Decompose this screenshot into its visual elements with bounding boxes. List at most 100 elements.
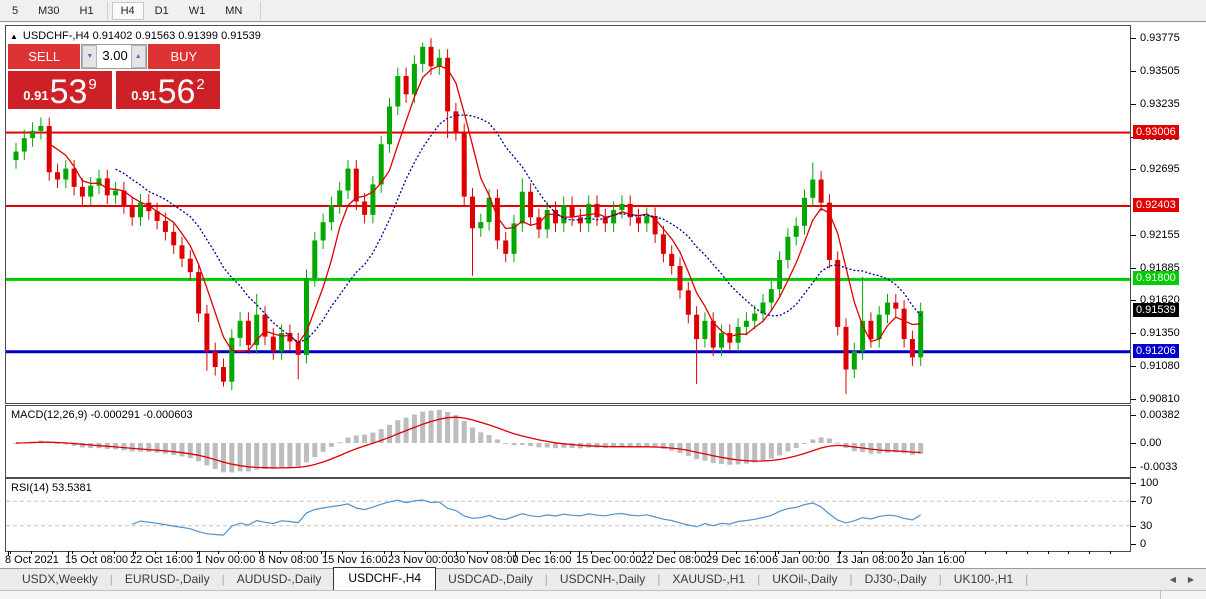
buy-price-box[interactable]: 0.91 56 2 — [116, 71, 220, 109]
chart-tab-usdcad-daily[interactable]: USDCAD-,Daily — [436, 569, 545, 590]
timeframe-button-d1[interactable]: D1 — [146, 2, 178, 20]
macd-histogram-bar — [345, 437, 351, 443]
time-label: 22 Dec 08:00 — [641, 554, 707, 566]
tab-scroll-left-icon[interactable]: ◀ — [1170, 575, 1176, 584]
price-axis[interactable]: 0.937750.935050.932350.929650.926950.921… — [1131, 22, 1206, 568]
chart-tab-dj30-daily[interactable]: DJ30-,Daily — [853, 569, 939, 590]
time-label: 8 Oct 2021 — [5, 554, 59, 566]
chart-tab-usdx-weekly[interactable]: USDX,Weekly — [10, 569, 110, 590]
time-label: 22 Oct 16:00 — [130, 554, 193, 566]
candle — [420, 46, 426, 64]
buy-button[interactable]: BUY — [147, 44, 220, 69]
macd-histogram-bar — [785, 443, 791, 452]
candle — [677, 266, 683, 291]
macd-histogram-bar — [760, 443, 766, 461]
axis-tick-mark — [1131, 70, 1136, 72]
candle — [777, 259, 783, 290]
candle — [320, 222, 326, 241]
price-tick-label: 0.91350 — [1140, 327, 1180, 340]
candle — [719, 332, 724, 348]
chart-tab-bar: USDX,Weekly | EURUSD-,Daily | AUDUSD-,Daily U… — [0, 567, 1206, 590]
volume-increase-button[interactable]: ▲ — [130, 45, 146, 68]
time-minor-tick — [985, 551, 987, 554]
macd-histogram-bar — [129, 443, 135, 452]
time-minor-tick — [1068, 551, 1070, 554]
axis-tick-mark — [1131, 333, 1136, 335]
time-label: 13 Jan 08:00 — [836, 554, 900, 566]
axis-tick-mark — [1131, 544, 1136, 545]
tab-scroll-right-icon[interactable]: ▶ — [1188, 575, 1194, 584]
macd-histogram-bar — [677, 443, 683, 454]
candle — [88, 185, 94, 197]
macd-indicator-pane[interactable]: MACD(12,26,9) -0.000291 -0.000603 — [5, 405, 1131, 478]
axis-tick-mark — [1131, 414, 1136, 416]
time-label: 30 Nov 08:00 — [453, 554, 519, 566]
time-minor-tick — [1006, 551, 1007, 554]
candle — [403, 76, 409, 95]
candle — [594, 203, 600, 218]
timeframe-button-5[interactable]: 5 — [3, 2, 27, 20]
price-tick-label: 0.93235 — [1140, 97, 1180, 110]
candle — [63, 168, 69, 180]
macd-tick-label: 0.00382 — [1140, 408, 1180, 421]
candle — [478, 222, 484, 229]
moving-average-line — [115, 114, 922, 344]
candle — [885, 302, 890, 315]
chart-title: ▲ USDCHF-,H4 0.91402 0.91563 0.91399 0.91… — [10, 30, 261, 42]
timeframe-button-w1[interactable]: W1 — [180, 2, 215, 20]
macd-histogram-bar — [909, 443, 915, 455]
macd-histogram-bar — [553, 443, 558, 449]
chart-tab-usdcnh-daily[interactable]: USDCNH-,Daily — [548, 569, 657, 590]
price-tick-label: 0.93505 — [1140, 64, 1180, 77]
macd-histogram-bar — [229, 443, 235, 473]
candle — [644, 216, 650, 224]
sell-price-box[interactable]: 0.91 53 9 — [8, 71, 112, 109]
axis-tick-mark — [1131, 501, 1136, 503]
macd-histogram-bar — [777, 443, 783, 456]
time-axis[interactable]: 8 Oct 2021 15 Oct 08:00 22 Oct 16:00 1 Nov … — [5, 551, 1131, 567]
macd-histogram-bar — [461, 421, 467, 443]
time-minor-tick — [964, 551, 966, 554]
macd-histogram-bar — [503, 443, 509, 444]
macd-histogram-bar — [802, 443, 807, 444]
rsi-line — [131, 499, 922, 536]
candle — [237, 320, 243, 338]
rsi-tick-label: 0 — [1140, 538, 1147, 550]
macd-histogram-bar — [387, 424, 392, 443]
axis-tick-mark — [1131, 483, 1136, 484]
rsi-tick-label: 70 — [1140, 495, 1153, 508]
volume-decrease-button[interactable]: ▼ — [82, 45, 98, 68]
chart-tab-xauusd-h1[interactable]: XAUUSD-,H1 — [660, 569, 757, 590]
timeframe-button-h4[interactable]: H4 — [111, 1, 144, 20]
chart-tab-ukoil-daily[interactable]: UKOil-,Daily — [760, 569, 849, 590]
candle — [810, 179, 816, 198]
chart-tab-audusd-daily[interactable]: AUDUSD-,Daily — [225, 569, 334, 590]
sell-price-big: 53 — [49, 73, 88, 111]
buy-price-big: 56 — [157, 73, 196, 111]
candle — [835, 259, 841, 327]
rsi-indicator-pane[interactable]: RSI(14) 53.5381 — [5, 478, 1131, 552]
macd-histogram-bar — [752, 443, 758, 463]
macd-histogram-bar — [768, 443, 774, 459]
timeframe-button-mn[interactable]: MN — [216, 2, 251, 20]
rsi-tick-label: 30 — [1140, 519, 1153, 532]
timeframe-button-m30[interactable]: M30 — [29, 2, 68, 20]
toolbar-separator — [260, 1, 262, 20]
macd-histogram-bar — [171, 443, 177, 455]
macd-histogram-bar — [876, 443, 882, 454]
macd-histogram-bar — [395, 420, 401, 443]
candle — [270, 336, 276, 352]
timeframe-button-h1[interactable]: H1 — [71, 2, 103, 20]
chart-tab-usdchf-h4[interactable]: USDCHF-,H4 — [333, 567, 437, 590]
macd-histogram-bar — [727, 443, 733, 465]
macd-histogram-bar — [353, 435, 359, 443]
volume-input[interactable]: 3.00 — [97, 45, 131, 68]
level-price-label: 0.91800 — [1133, 271, 1179, 286]
macd-histogram-bar — [810, 439, 816, 443]
candle — [171, 231, 177, 246]
chart-tab-uk100-h1[interactable]: UK100-,H1 — [942, 569, 1025, 590]
chart-tab-eurusd-daily[interactable]: EURUSD-,Daily — [113, 569, 222, 590]
axis-tick-mark — [1131, 398, 1136, 400]
macd-histogram-bar — [694, 443, 700, 460]
sell-button[interactable]: SELL — [8, 44, 81, 69]
